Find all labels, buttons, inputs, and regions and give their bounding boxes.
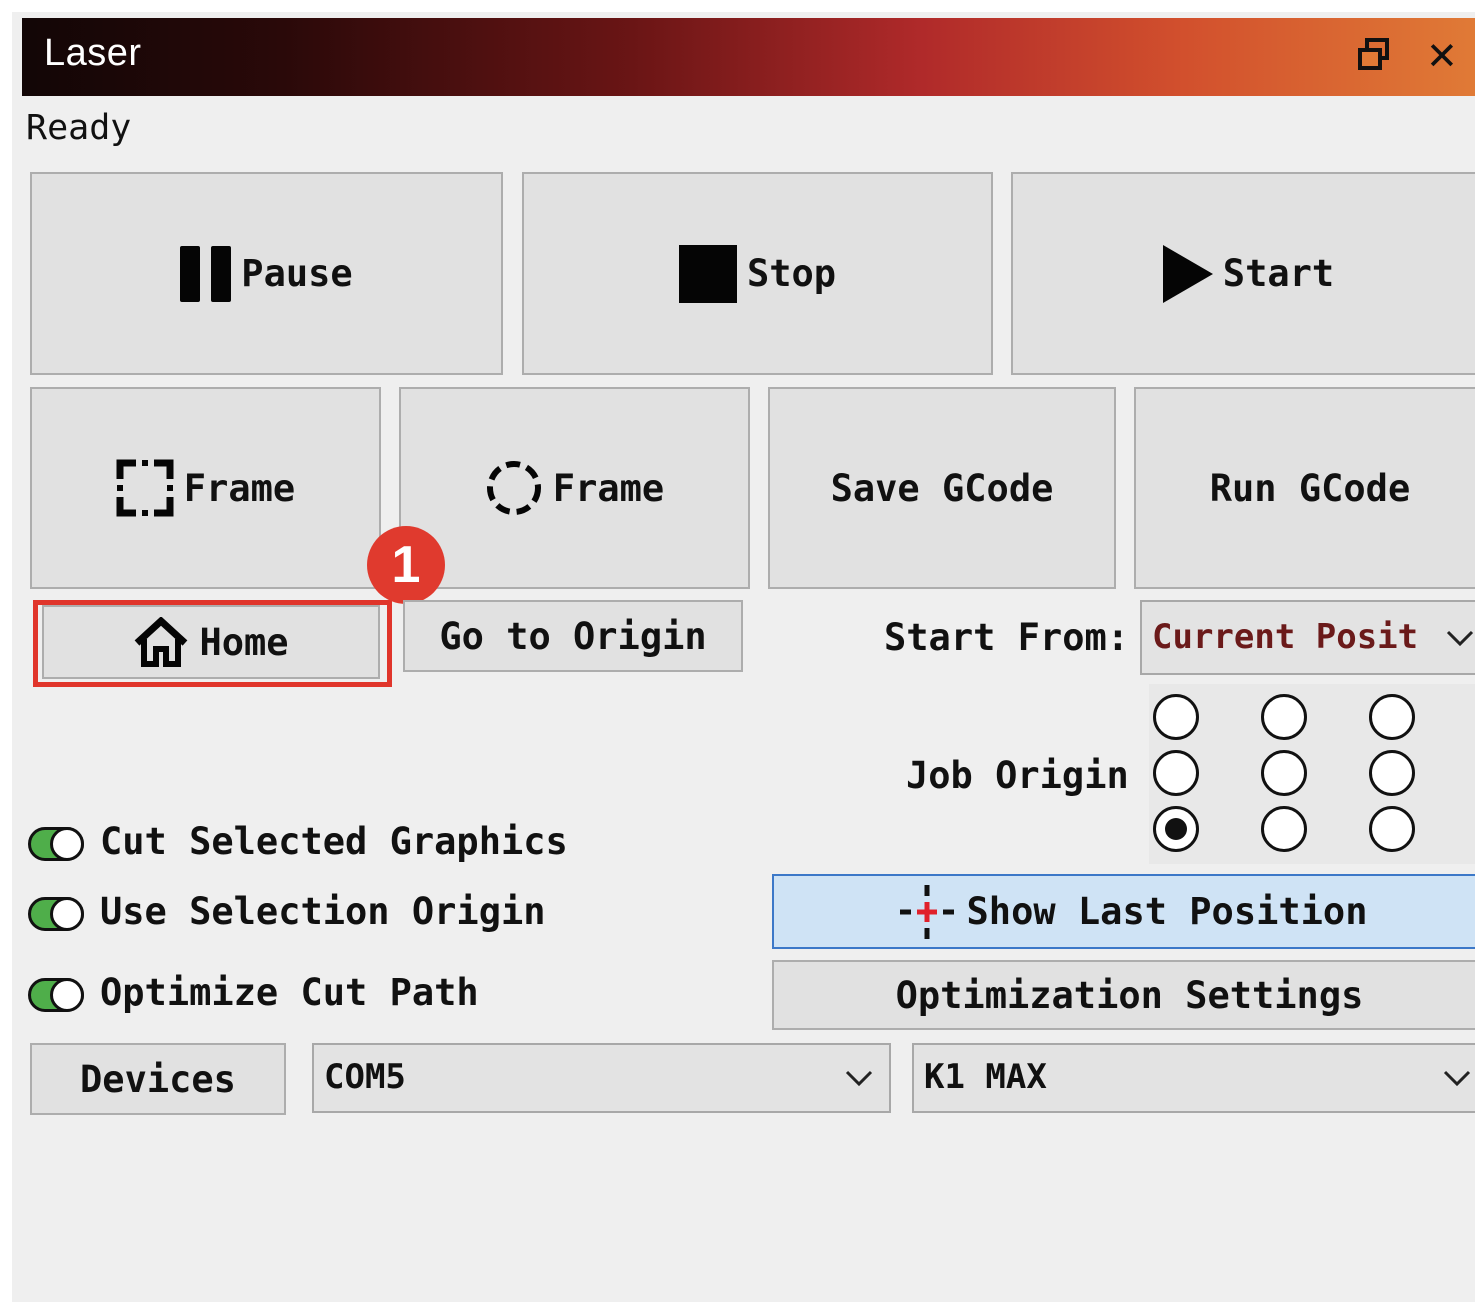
job-origin-grid bbox=[1149, 684, 1475, 864]
optimization-settings-label: Optimization Settings bbox=[895, 973, 1364, 1017]
start-from-dropdown[interactable]: Current Posit bbox=[1140, 600, 1475, 675]
frame-circle-button[interactable]: Frame bbox=[399, 387, 750, 589]
go-to-origin-button[interactable]: Go to Origin bbox=[403, 600, 743, 672]
pause-button[interactable]: Pause bbox=[30, 172, 503, 375]
device-value: K1 MAX bbox=[924, 1057, 1047, 1098]
crosshair-icon bbox=[899, 884, 954, 939]
cut-selected-graphics-label: Cut Selected Graphics bbox=[100, 820, 568, 863]
port-dropdown[interactable]: COM5 bbox=[312, 1043, 891, 1113]
use-selection-origin-toggle[interactable] bbox=[28, 897, 84, 931]
origin-radio-top-right[interactable] bbox=[1369, 694, 1415, 740]
frame-circle-label: Frame bbox=[552, 466, 665, 510]
start-label: Start bbox=[1222, 252, 1335, 295]
optimize-cut-path-label: Optimize Cut Path bbox=[100, 971, 479, 1014]
frame-rect-label: Frame bbox=[183, 466, 296, 510]
chevron-down-icon bbox=[845, 1070, 873, 1087]
run-gcode-label: Run GCode bbox=[1209, 466, 1411, 510]
save-gcode-label: Save GCode bbox=[830, 466, 1054, 510]
stop-label: Stop bbox=[746, 252, 837, 295]
run-gcode-button[interactable]: Run GCode bbox=[1134, 387, 1475, 589]
start-from-value: Current Posit bbox=[1152, 616, 1419, 657]
job-origin-label: Job Origin bbox=[906, 754, 1129, 797]
frame-rect-icon bbox=[116, 459, 174, 517]
origin-radio-bottom-center[interactable] bbox=[1261, 806, 1307, 852]
show-last-position-label: Show Last Position bbox=[966, 890, 1368, 933]
chevron-down-icon bbox=[1446, 630, 1474, 646]
title-bar: Laser ✕ bbox=[22, 18, 1475, 96]
origin-radio-center[interactable] bbox=[1261, 750, 1307, 796]
play-icon bbox=[1162, 244, 1213, 303]
step-badge: 1 bbox=[367, 526, 445, 604]
device-dropdown[interactable]: K1 MAX bbox=[912, 1043, 1475, 1113]
optimization-settings-button[interactable]: Optimization Settings bbox=[772, 960, 1475, 1030]
devices-label: Devices bbox=[80, 1057, 236, 1101]
origin-radio-top-center[interactable] bbox=[1261, 694, 1307, 740]
save-gcode-button[interactable]: Save GCode bbox=[768, 387, 1116, 589]
show-last-position-button[interactable]: Show Last Position bbox=[772, 874, 1475, 949]
origin-radio-bottom-left[interactable] bbox=[1153, 806, 1199, 852]
origin-radio-middle-left[interactable] bbox=[1153, 750, 1199, 796]
origin-radio-top-left[interactable] bbox=[1153, 694, 1199, 740]
origin-radio-middle-right[interactable] bbox=[1369, 750, 1415, 796]
chevron-down-icon bbox=[1443, 1070, 1471, 1087]
origin-radio-bottom-right[interactable] bbox=[1369, 806, 1415, 852]
use-selection-origin-label: Use Selection Origin bbox=[100, 890, 546, 933]
start-button[interactable]: Start bbox=[1011, 172, 1475, 375]
optimize-cut-path-toggle[interactable] bbox=[28, 978, 84, 1012]
home-highlight-box bbox=[33, 600, 392, 687]
stop-icon bbox=[678, 244, 737, 303]
restore-window-icon[interactable] bbox=[1357, 36, 1393, 76]
status-text: Ready bbox=[26, 108, 132, 148]
cut-selected-graphics-toggle[interactable] bbox=[28, 827, 84, 861]
start-from-label: Start From: bbox=[884, 616, 1130, 659]
laser-panel: Laser ✕ Ready Pause Stop Start Frame Fra… bbox=[12, 12, 1475, 1302]
devices-button[interactable]: Devices bbox=[30, 1043, 286, 1115]
window-title: Laser bbox=[44, 32, 142, 74]
port-value: COM5 bbox=[324, 1057, 406, 1098]
pause-label: Pause bbox=[241, 252, 353, 295]
frame-circle-icon bbox=[486, 461, 541, 515]
pause-icon bbox=[180, 245, 232, 302]
close-icon[interactable]: ✕ bbox=[1426, 36, 1458, 76]
frame-rect-button[interactable]: Frame bbox=[30, 387, 381, 589]
stop-button[interactable]: Stop bbox=[522, 172, 993, 375]
go-to-origin-label: Go to Origin bbox=[439, 614, 707, 658]
